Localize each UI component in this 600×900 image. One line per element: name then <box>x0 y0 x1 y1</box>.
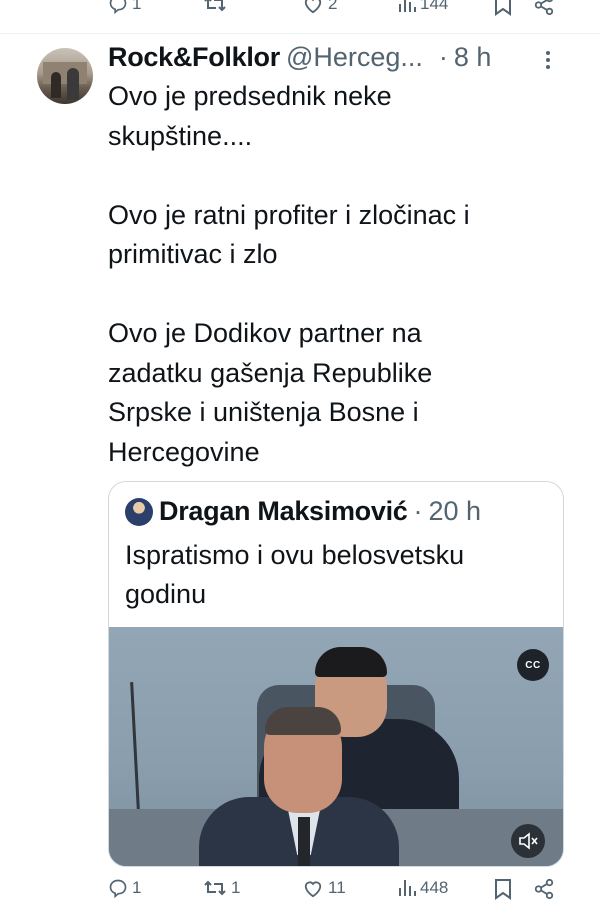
previous-tweet-action-bar: 1 2 144 <box>0 0 600 22</box>
mute-button[interactable] <box>511 824 545 858</box>
bookmark-button[interactable] <box>494 0 512 16</box>
display-name[interactable]: Rock&Folklor <box>108 42 280 73</box>
quote-text: Ispratismo i ovu belosvetsku godinu <box>125 540 465 609</box>
handle[interactable]: @Herceg... <box>286 42 423 73</box>
share-icon <box>534 0 554 16</box>
video-player[interactable]: CC <box>109 627 563 866</box>
repost-count: 1 <box>231 878 241 897</box>
views-icon <box>399 0 416 12</box>
like-count: 2 <box>328 0 338 13</box>
repost-button[interactable] <box>203 0 227 14</box>
views-count: 144 <box>420 0 449 13</box>
more-button[interactable] <box>545 50 551 75</box>
share-button[interactable] <box>533 0 555 16</box>
quote-separator-dot: · <box>413 496 423 526</box>
share-icon <box>534 878 554 900</box>
repost-icon <box>204 0 226 12</box>
quote-avatar <box>125 497 153 526</box>
mute-icon <box>519 832 538 850</box>
like-icon <box>304 0 322 14</box>
tweet-text: Ovo je predsednik neke skupštine.... Ovo… <box>108 81 470 467</box>
quote-display-name: Dragan Maksimović <box>159 496 408 526</box>
reply-button[interactable]: 1 <box>108 0 141 14</box>
quote-timestamp: 20 h <box>428 496 482 526</box>
views-button[interactable]: 144 <box>398 0 448 14</box>
bookmark-icon <box>495 879 511 900</box>
like-button[interactable]: 2 <box>302 0 337 14</box>
views-button[interactable]: 448 <box>398 878 448 898</box>
timestamp[interactable]: 8 h <box>454 42 492 73</box>
reply-icon <box>109 879 127 898</box>
tweet-header: Rock&Folklor @Herceg... · 8 h <box>108 42 491 74</box>
tweet-action-bar: 1 1 11 448 <box>0 876 600 900</box>
more-icon <box>546 51 550 69</box>
like-icon <box>304 881 322 898</box>
quote-tweet[interactable]: Dragan Maksimović · 20 h Ispratismo i ov… <box>108 481 564 867</box>
quote-header: Dragan Maksimović · 20 h <box>125 496 481 527</box>
like-button[interactable]: 11 <box>302 878 346 898</box>
cc-icon: CC <box>525 659 541 671</box>
repost-button[interactable]: 1 <box>203 878 240 898</box>
bookmark-button[interactable] <box>494 878 512 900</box>
repost-icon <box>204 880 226 896</box>
reply-icon <box>109 0 127 14</box>
avatar[interactable] <box>37 48 93 104</box>
bookmark-icon <box>495 0 511 16</box>
reply-count: 1 <box>132 878 142 897</box>
tweet-divider <box>0 33 600 34</box>
views-count: 448 <box>420 878 449 897</box>
like-count: 11 <box>328 878 346 897</box>
share-button[interactable] <box>533 878 555 900</box>
views-icon <box>399 880 416 896</box>
separator-dot: · <box>438 42 448 72</box>
reply-count: 1 <box>132 0 142 13</box>
cc-button[interactable]: CC <box>517 649 549 681</box>
reply-button[interactable]: 1 <box>108 878 141 898</box>
